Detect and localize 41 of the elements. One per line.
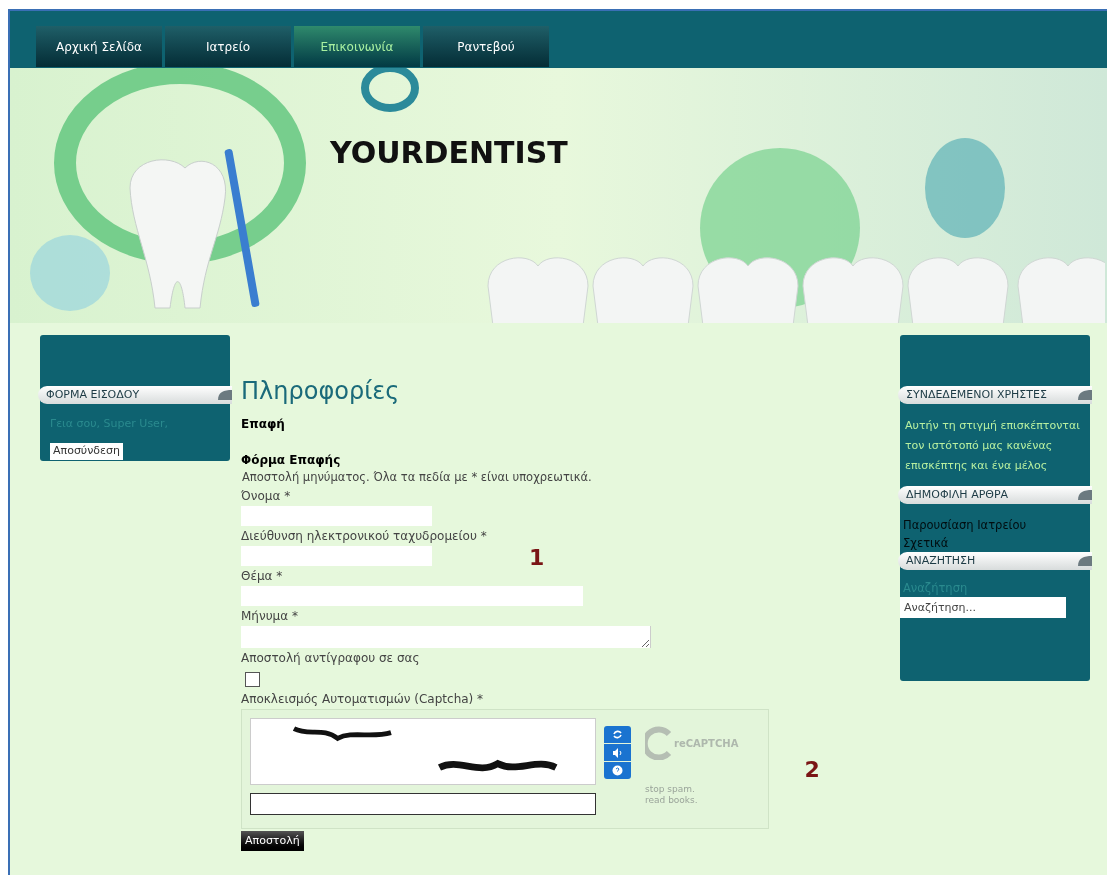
text-field[interactable]	[241, 506, 432, 527]
field-label: Αποστολή αντίγραφου σε σας	[241, 650, 420, 668]
site-title: YOURDENTIST	[330, 134, 568, 172]
field-label: Μήνυμα *	[241, 608, 298, 626]
pill-icon	[1076, 555, 1092, 567]
field-label: Όνομα *	[241, 488, 291, 506]
refresh-icon[interactable]	[604, 726, 631, 744]
field-label: Διεύθυνση ηλεκτρονικού ταχυδρομείου *	[241, 528, 487, 546]
message-field[interactable]	[241, 626, 651, 649]
module-title: ΣΥΝΔΕΔΕΜΕΝΟΙ ΧΡΗΣΤΕΣ	[906, 386, 1047, 403]
form-intro: Αποστολή μηνύματος. Όλα τα πεδία με * είναι υποχρεωτικά.	[242, 469, 592, 486]
pill-icon	[216, 389, 232, 401]
logout-button[interactable]: Αποσύνδεση	[50, 442, 123, 460]
pill-icon	[1076, 389, 1092, 401]
module-title: ΦΟΡΜΑ ΕΙΣΟΔΟΥ	[46, 386, 140, 403]
recaptcha-tagline: read books.	[645, 795, 698, 807]
help-icon[interactable]	[604, 762, 631, 780]
nav-tab[interactable]: Ιατρείο	[165, 26, 291, 67]
module-title: ΔΗΜΟΦΙΛΗ ΑΡΘΡΑ	[906, 486, 1009, 503]
annotation-number: 2	[804, 755, 820, 784]
text-field[interactable]	[241, 586, 583, 607]
submit-button[interactable]: Αποστολή	[241, 831, 304, 852]
module-title: ΑΝΑΖΗΤΗΣΗ	[906, 552, 976, 569]
recaptcha-logo-text: reCAPTCHA	[674, 736, 739, 751]
nav-tab[interactable]: Επικοινωνία	[294, 26, 420, 67]
annotation-number: 1	[529, 544, 545, 572]
nav-tab[interactable]: Αρχική Σελίδα	[36, 26, 162, 67]
nav-tab[interactable]: Ραντεβού	[423, 26, 549, 67]
pill-icon	[1076, 489, 1092, 501]
text-field[interactable]	[241, 546, 432, 567]
page-heading: Πληροφορίες	[241, 376, 400, 407]
form-title: Φόρμα Επαφής	[241, 452, 341, 469]
search-field[interactable]: Αναζήτηση...	[900, 597, 1066, 619]
field-label: Θέμα *	[241, 568, 283, 586]
section-heading: Επαφή	[241, 416, 285, 433]
captcha-input[interactable]	[250, 793, 596, 816]
online-users-text: Αυτήν τη στιγμή επισκέπτονται τον ιστότοπό μας κανένας επισκέπτης και ένα μέλος	[904, 418, 1081, 474]
checkbox[interactable]	[245, 672, 260, 688]
recaptcha-tagline: stop spam.	[645, 784, 696, 796]
audio-icon[interactable]	[604, 744, 631, 762]
field-label: Αποκλεισμός Αυτοματισμών (Captcha) *	[241, 691, 484, 709]
